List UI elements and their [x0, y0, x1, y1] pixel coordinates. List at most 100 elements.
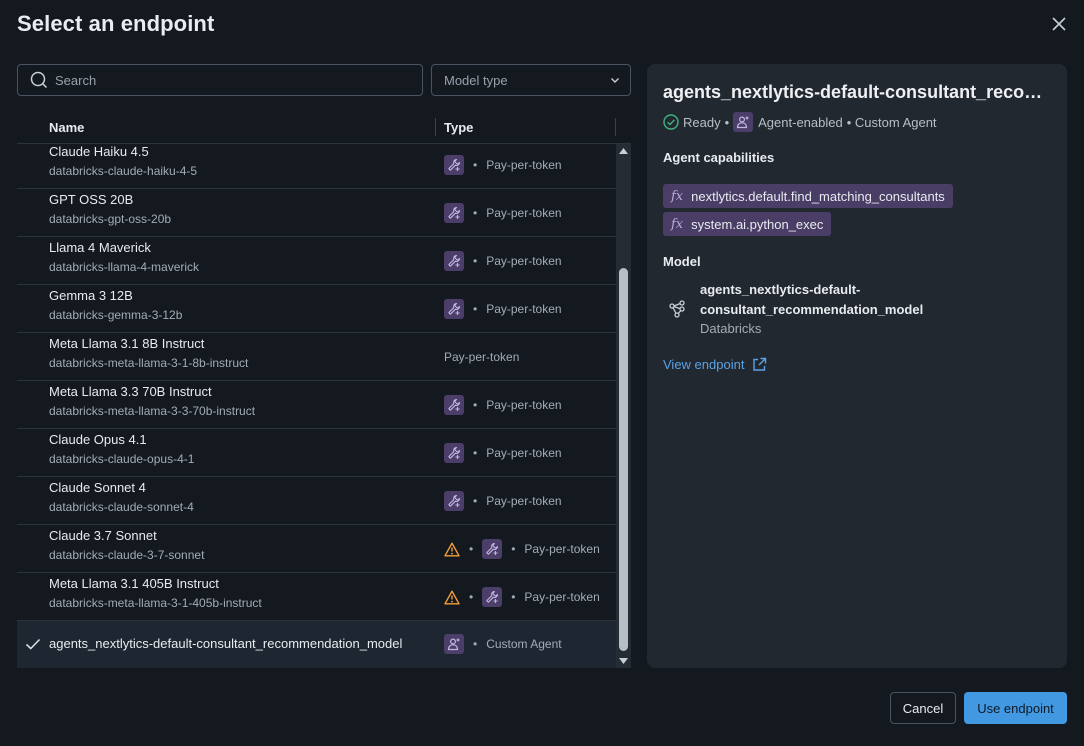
- type-separator: •: [473, 398, 478, 412]
- scroll-up-icon[interactable]: [619, 148, 628, 154]
- external-link-icon: [753, 357, 767, 371]
- row-type-cell: • Pay-per-token: [444, 381, 562, 429]
- type-separator: •: [469, 542, 474, 556]
- row-type-cell: • Custom Agent: [444, 621, 562, 667]
- type-separator: •: [473, 637, 478, 651]
- view-endpoint-label: View endpoint: [663, 357, 745, 372]
- row-type-label: Pay-per-token: [486, 398, 562, 412]
- row-type-label: Pay-per-token: [486, 206, 562, 220]
- row-type-label: Pay-per-token: [444, 350, 520, 364]
- use-endpoint-button[interactable]: Use endpoint: [964, 692, 1067, 724]
- endpoint-detail-panel: agents_nextlytics-default-consultant_rec…: [647, 64, 1067, 668]
- type-separator: •: [473, 446, 478, 460]
- search-box[interactable]: [17, 64, 423, 96]
- status-kind: • Custom Agent: [846, 114, 937, 130]
- table-row[interactable]: Gemma 3 12B databricks-gemma-3-12b • Pay-pe…: [17, 285, 616, 333]
- table-body: Claude Haiku 4.5 databricks-claude-haiku-…: [17, 144, 616, 668]
- check-circle-icon: [663, 114, 679, 130]
- tool-agent-icon: [444, 251, 464, 271]
- table-row[interactable]: agents_nextlytics-default-consultant_rec…: [17, 621, 616, 668]
- search-input[interactable]: [55, 72, 395, 88]
- row-name: agents_nextlytics-default-consultant_rec…: [49, 636, 403, 651]
- column-divider[interactable]: [615, 118, 616, 136]
- model-provider: Databricks: [700, 321, 762, 336]
- row-endpoint-id: databricks-claude-opus-4-1: [49, 452, 195, 466]
- tool-agent-icon: [482, 587, 503, 607]
- table-row[interactable]: Claude 3.7 Sonnet databricks-claude-3-7-s…: [17, 525, 616, 573]
- column-divider[interactable]: [435, 118, 436, 136]
- warning-icon[interactable]: [444, 590, 460, 605]
- capability-tag[interactable]: fx nextlytics.default.find_matching_cons…: [663, 184, 953, 208]
- type-separator: •: [473, 158, 478, 172]
- row-endpoint-id: databricks-claude-haiku-4-5: [49, 164, 198, 178]
- table-row[interactable]: Claude Sonnet 4 databricks-claude-sonnet-…: [17, 477, 616, 525]
- capability-label: system.ai.python_exec: [691, 216, 824, 232]
- table-row[interactable]: GPT OSS 20B databricks-gpt-oss-20b • Pay-pe…: [17, 189, 616, 237]
- model-type-select[interactable]: Model type: [431, 64, 631, 96]
- detail-title: agents_nextlytics-default-consultant_rec…: [663, 82, 1047, 102]
- row-type-label: Pay-per-token: [486, 158, 562, 172]
- cancel-button[interactable]: Cancel: [890, 692, 956, 724]
- row-name: Claude Haiku 4.5: [49, 144, 149, 159]
- table-row[interactable]: Claude Opus 4.1 databricks-claude-opus-4-…: [17, 429, 616, 477]
- type-separator: •: [473, 494, 478, 508]
- row-type-cell: • Pay-per-token: [444, 237, 562, 285]
- row-type-cell: • Pay-per-token: [444, 285, 562, 333]
- type-separator: •: [473, 254, 478, 268]
- row-name: Meta Llama 3.1 405B Instruct: [49, 576, 219, 591]
- row-type-cell: • • Pay-per-token: [444, 573, 600, 621]
- row-type-cell: • Pay-per-token: [444, 189, 562, 237]
- model-type-placeholder: Model type: [444, 72, 508, 88]
- model-graph-icon: [669, 300, 685, 318]
- type-separator: •: [511, 590, 516, 604]
- tool-agent-icon: [444, 299, 464, 319]
- tool-agent-icon: [444, 395, 464, 415]
- row-endpoint-id: databricks-meta-llama-3-1-8b-instruct: [49, 356, 249, 370]
- row-type-cell: • Pay-per-token: [444, 144, 562, 189]
- row-name: Gemma 3 12B: [49, 288, 133, 303]
- row-name: Claude Opus 4.1: [49, 432, 147, 447]
- warning-icon[interactable]: [444, 542, 460, 557]
- row-type-cell: Pay-per-token: [444, 333, 519, 381]
- status-separator: •: [724, 114, 730, 130]
- chevron-down-icon: [611, 78, 619, 83]
- close-button[interactable]: [1048, 13, 1070, 35]
- row-name: Claude 3.7 Sonnet: [49, 528, 157, 543]
- row-endpoint-id: databricks-meta-llama-3-3-70b-instruct: [49, 404, 256, 418]
- table-row[interactable]: Llama 4 Maverick databricks-llama-4-maver…: [17, 237, 616, 285]
- row-endpoint-id: databricks-llama-4-maverick: [49, 260, 200, 274]
- table-scrollbar[interactable]: [616, 144, 631, 668]
- row-type-label: Pay-per-token: [524, 542, 600, 556]
- search-icon: [30, 71, 48, 89]
- endpoint-table: Name Type Claude Haiku 4.5 databricks-cla…: [17, 110, 631, 668]
- table-row[interactable]: Meta Llama 3.1 405B Instruct databricks-m…: [17, 573, 616, 621]
- row-endpoint-id: databricks-claude-3-7-sonnet: [49, 548, 205, 562]
- model-heading: Model: [663, 254, 701, 269]
- row-endpoint-id: databricks-gemma-3-12b: [49, 308, 183, 322]
- table-header: Name Type: [17, 110, 631, 144]
- user-agent-icon: [733, 112, 754, 132]
- row-type-label: Pay-per-token: [486, 254, 562, 268]
- row-type-label: Custom Agent: [486, 637, 562, 651]
- type-separator: •: [469, 590, 474, 604]
- row-type-cell: • Pay-per-token: [444, 477, 562, 525]
- dialog-title: Select an endpoint: [17, 11, 215, 36]
- row-type-label: Pay-per-token: [486, 446, 562, 460]
- column-header-type[interactable]: Type: [444, 120, 473, 135]
- table-row[interactable]: Meta Llama 3.3 70B Instruct databricks-me…: [17, 381, 616, 429]
- row-type-label: Pay-per-token: [524, 590, 600, 604]
- row-type-label: Pay-per-token: [486, 494, 562, 508]
- row-name: GPT OSS 20B: [49, 192, 134, 207]
- view-endpoint-link[interactable]: View endpoint: [663, 357, 767, 372]
- column-header-name[interactable]: Name: [49, 120, 84, 135]
- table-row[interactable]: Meta Llama 3.1 8B Instruct databricks-met…: [17, 333, 616, 381]
- capability-tag[interactable]: fx system.ai.python_exec: [663, 212, 832, 236]
- row-endpoint-id: databricks-meta-llama-3-1-405b-instruct: [49, 596, 262, 610]
- scroll-down-icon[interactable]: [619, 658, 628, 664]
- row-name: Claude Sonnet 4: [49, 480, 146, 495]
- status-line: Ready • Agent-enabled • Custom Agent: [663, 111, 937, 133]
- function-icon: fx: [671, 216, 684, 232]
- scrollbar-thumb[interactable]: [619, 268, 628, 651]
- table-row[interactable]: Claude Haiku 4.5 databricks-claude-haiku-…: [17, 144, 616, 189]
- row-type-label: Pay-per-token: [486, 302, 562, 316]
